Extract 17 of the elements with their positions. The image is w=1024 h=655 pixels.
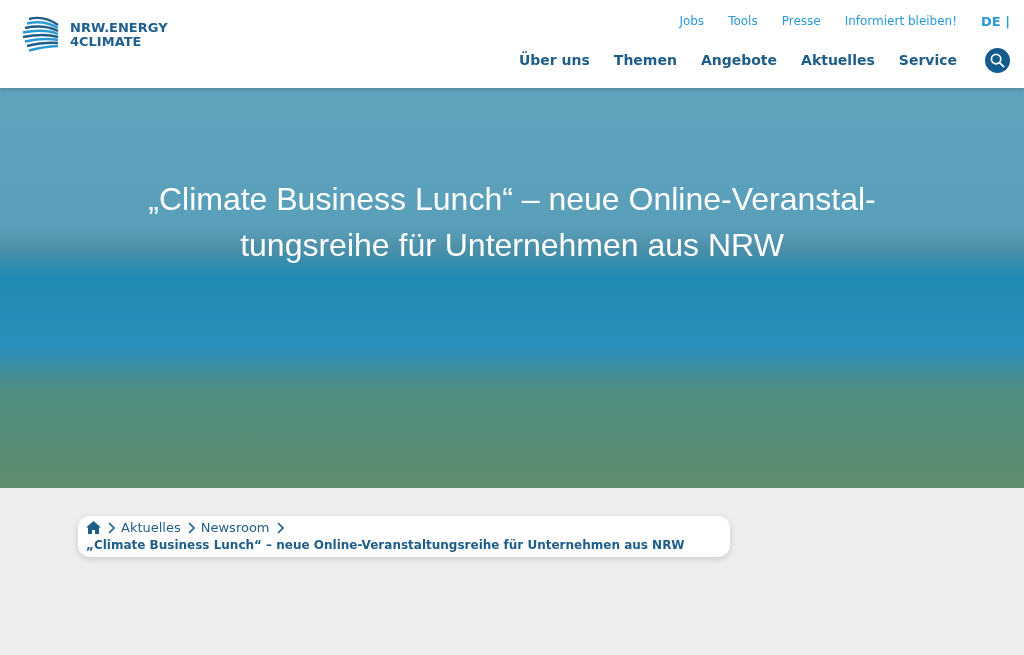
logo-text: NRW.ENERGY	[70, 21, 168, 35]
breadcrumb-link[interactable]: Newsroom	[200, 520, 270, 535]
nav-link[interactable]: Service	[898, 52, 957, 68]
search-button[interactable]	[985, 47, 1010, 73]
chevron-icon	[107, 521, 115, 534]
breadcrumb-current: „Climate Business Lunch“ – neue Online-Veranstaltungsreihe für Unternehmen aus NRW	[86, 538, 686, 552]
hero-title: „Climate Business Lunch“ – neue Online-Veranstal- tungsreihe für Unternehmen aus NRW	[148, 180, 876, 265]
nav-link[interactable]: Aktuelles	[801, 52, 875, 68]
search-icon	[990, 52, 1005, 68]
nav-link[interactable]: Über uns	[518, 52, 590, 68]
breadcrumb-link[interactable]: Aktuelles	[121, 520, 181, 535]
nav-link[interactable]: Angebote	[700, 52, 778, 68]
home-icon[interactable]	[86, 521, 101, 534]
chevron-icon	[186, 521, 195, 534]
logo-text: 4CLIMATE	[70, 35, 143, 49]
nav-link[interactable]: Themen	[613, 52, 677, 68]
chevron-icon	[275, 521, 284, 534]
